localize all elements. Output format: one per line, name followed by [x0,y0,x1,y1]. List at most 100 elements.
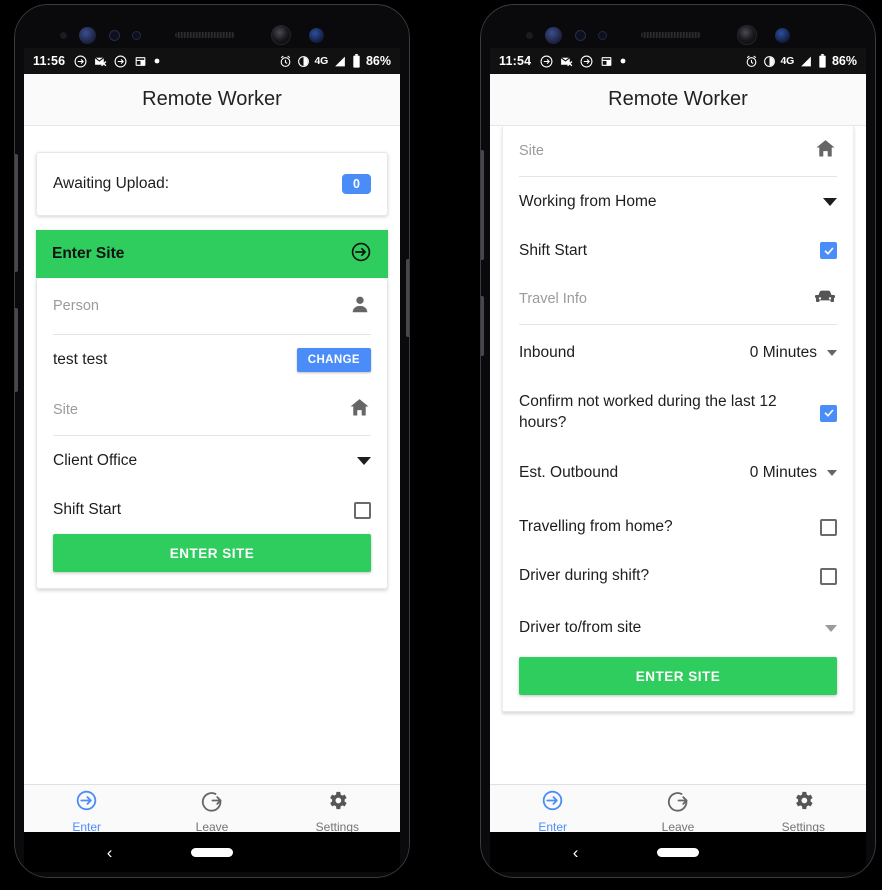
enter-site-section-header[interactable]: Enter Site [36,230,388,278]
site-field-row[interactable]: Site [503,126,853,176]
confirm-not-worked-checkbox[interactable] [820,404,837,422]
sound-mode-icon [297,55,310,68]
phone-right-statusbar: 11:54 4G 86% [490,48,866,74]
page-title: Remote Worker [608,88,748,110]
est-outbound-label: Est. Outbound [519,464,619,481]
alarm-icon [745,55,758,68]
phone-right-gesture-bar: ‹ [490,832,866,872]
shift-start-label: Shift Start [519,241,588,259]
travel-info-label: Travel Info [519,291,587,307]
sync-notification-icon [540,55,553,68]
enter-site-submit-wrap: ENTER SITE [503,657,853,711]
gear-icon [326,789,349,817]
awaiting-upload-card: Awaiting Upload: 0 [36,152,388,216]
android-home-pill[interactable] [191,847,233,857]
shift-start-label: Shift Start [53,501,122,518]
network-type-label: 4G [314,55,329,67]
travelling-from-home-row[interactable]: Travelling from home? [503,501,853,553]
home-icon [814,137,837,165]
enter-site-form-card: Site Working from Home Shift Start Trave… [502,126,854,712]
nav-item-leave[interactable]: Leave [615,785,740,838]
phone-left-bixby-button[interactable] [14,308,18,392]
dot-notification-icon [620,58,626,64]
enter-site-form-card: Person test test CHANGE Site Client Offi… [36,278,388,589]
person-field-row[interactable]: Person [37,278,387,334]
phone-right: 11:54 4G 86% Remote Worker Site Working … [480,4,876,878]
enter-site-submit-wrap: ENTER SITE [37,534,387,588]
travel-info-row[interactable]: Travel Info [503,274,853,324]
confirm-not-worked-label: Confirm not worked during the last 12 ho… [519,393,777,431]
travelling-from-home-checkbox[interactable] [820,518,837,536]
email-notification-icon [94,55,107,68]
page-title: Remote Worker [142,88,282,110]
phone-left-volume-button[interactable] [14,154,18,272]
driver-during-shift-row[interactable]: Driver during shift? [503,553,853,599]
shift-start-row[interactable]: Shift Start [37,486,387,534]
chevron-down-icon[interactable] [827,350,837,356]
driver-during-shift-label: Driver during shift? [519,567,650,584]
site-field-label: Site [53,402,78,418]
driver-tofrom-site-label: Driver to/from site [519,619,642,636]
statusbar-time: 11:54 [499,54,532,68]
nav-item-settings[interactable]: Settings [741,785,866,838]
site-field-row[interactable]: Site [37,385,387,435]
person-field-label: Person [53,298,99,314]
battery-icon [352,54,361,68]
phone-left: 11:56 4G 86% Remote Worker Awaiting Uplo… [14,4,410,878]
chevron-down-icon[interactable] [825,624,837,632]
shift-start-row[interactable]: Shift Start [503,227,853,274]
phone-right-screen: 11:54 4G 86% Remote Worker Site Working … [490,48,866,838]
alarm-icon [279,55,292,68]
android-back-icon[interactable]: ‹ [573,844,579,861]
chevron-down-icon[interactable] [823,198,837,206]
awaiting-upload-count-badge: 0 [342,173,371,195]
site-select-value: Client Office [53,452,138,469]
inbound-label: Inbound [519,344,576,361]
nav-item-leave[interactable]: Leave [149,785,274,838]
chevron-down-icon[interactable] [357,457,371,465]
ir-sensor-icon [598,30,607,40]
nav-item-enter[interactable]: Enter [24,785,149,838]
statusbar-system-icons: 4G 86% [279,54,391,68]
phone-left-statusbar: 11:56 4G 86% [24,48,400,74]
phone-left-power-button[interactable] [406,259,410,337]
leave-circle-icon [666,789,689,817]
enter-circle-icon [75,789,98,817]
inbound-row[interactable]: Inbound 0 Minutes [503,325,853,381]
shift-start-checkbox[interactable] [820,242,837,259]
shift-start-checkbox[interactable] [354,501,371,519]
phone-left-sensor-row [14,22,410,48]
travelling-from-home-label: Travelling from home? [519,518,673,535]
site-select-row[interactable]: Client Office [37,436,387,486]
sync-notification-icon [74,55,87,68]
site-select-value: Working from Home [519,193,657,210]
statusbar-system-icons: 4G 86% [745,54,857,68]
enter-site-submit-button[interactable]: ENTER SITE [53,534,371,572]
est-outbound-row[interactable]: Est. Outbound 0 Minutes [503,445,853,501]
phone-right-volume-button[interactable] [480,150,484,260]
battery-icon [818,54,827,68]
person-value: test test [53,351,108,368]
change-person-button[interactable]: CHANGE [296,348,371,372]
front-camera-icon [271,25,291,45]
signal-strength-icon [333,55,347,68]
light-sensor-icon [109,29,120,41]
driver-during-shift-checkbox[interactable] [820,567,837,585]
sync-notification-icon-2 [580,55,593,68]
confirm-not-worked-row[interactable]: Confirm not worked during the last 12 ho… [503,381,853,445]
phone-left-screen: 11:56 4G 86% Remote Worker Awaiting Uplo… [24,48,400,838]
site-select-row[interactable]: Working from Home [503,177,853,227]
android-home-pill[interactable] [657,847,699,857]
enter-site-section-title: Enter Site [52,245,125,262]
gear-icon [792,789,815,817]
sync-notification-icon-2 [114,55,127,68]
enter-site-submit-button[interactable]: ENTER SITE [519,657,837,695]
driver-tofrom-site-row[interactable]: Driver to/from site [503,599,853,657]
android-back-icon[interactable]: ‹ [107,844,113,861]
chevron-down-icon[interactable] [827,470,837,476]
proximity-sensor-icon [60,31,67,39]
phone-right-power-button[interactable] [480,296,484,356]
nav-item-settings[interactable]: Settings [275,785,400,838]
enter-circle-icon [541,789,564,817]
nav-item-enter[interactable]: Enter [490,785,615,838]
